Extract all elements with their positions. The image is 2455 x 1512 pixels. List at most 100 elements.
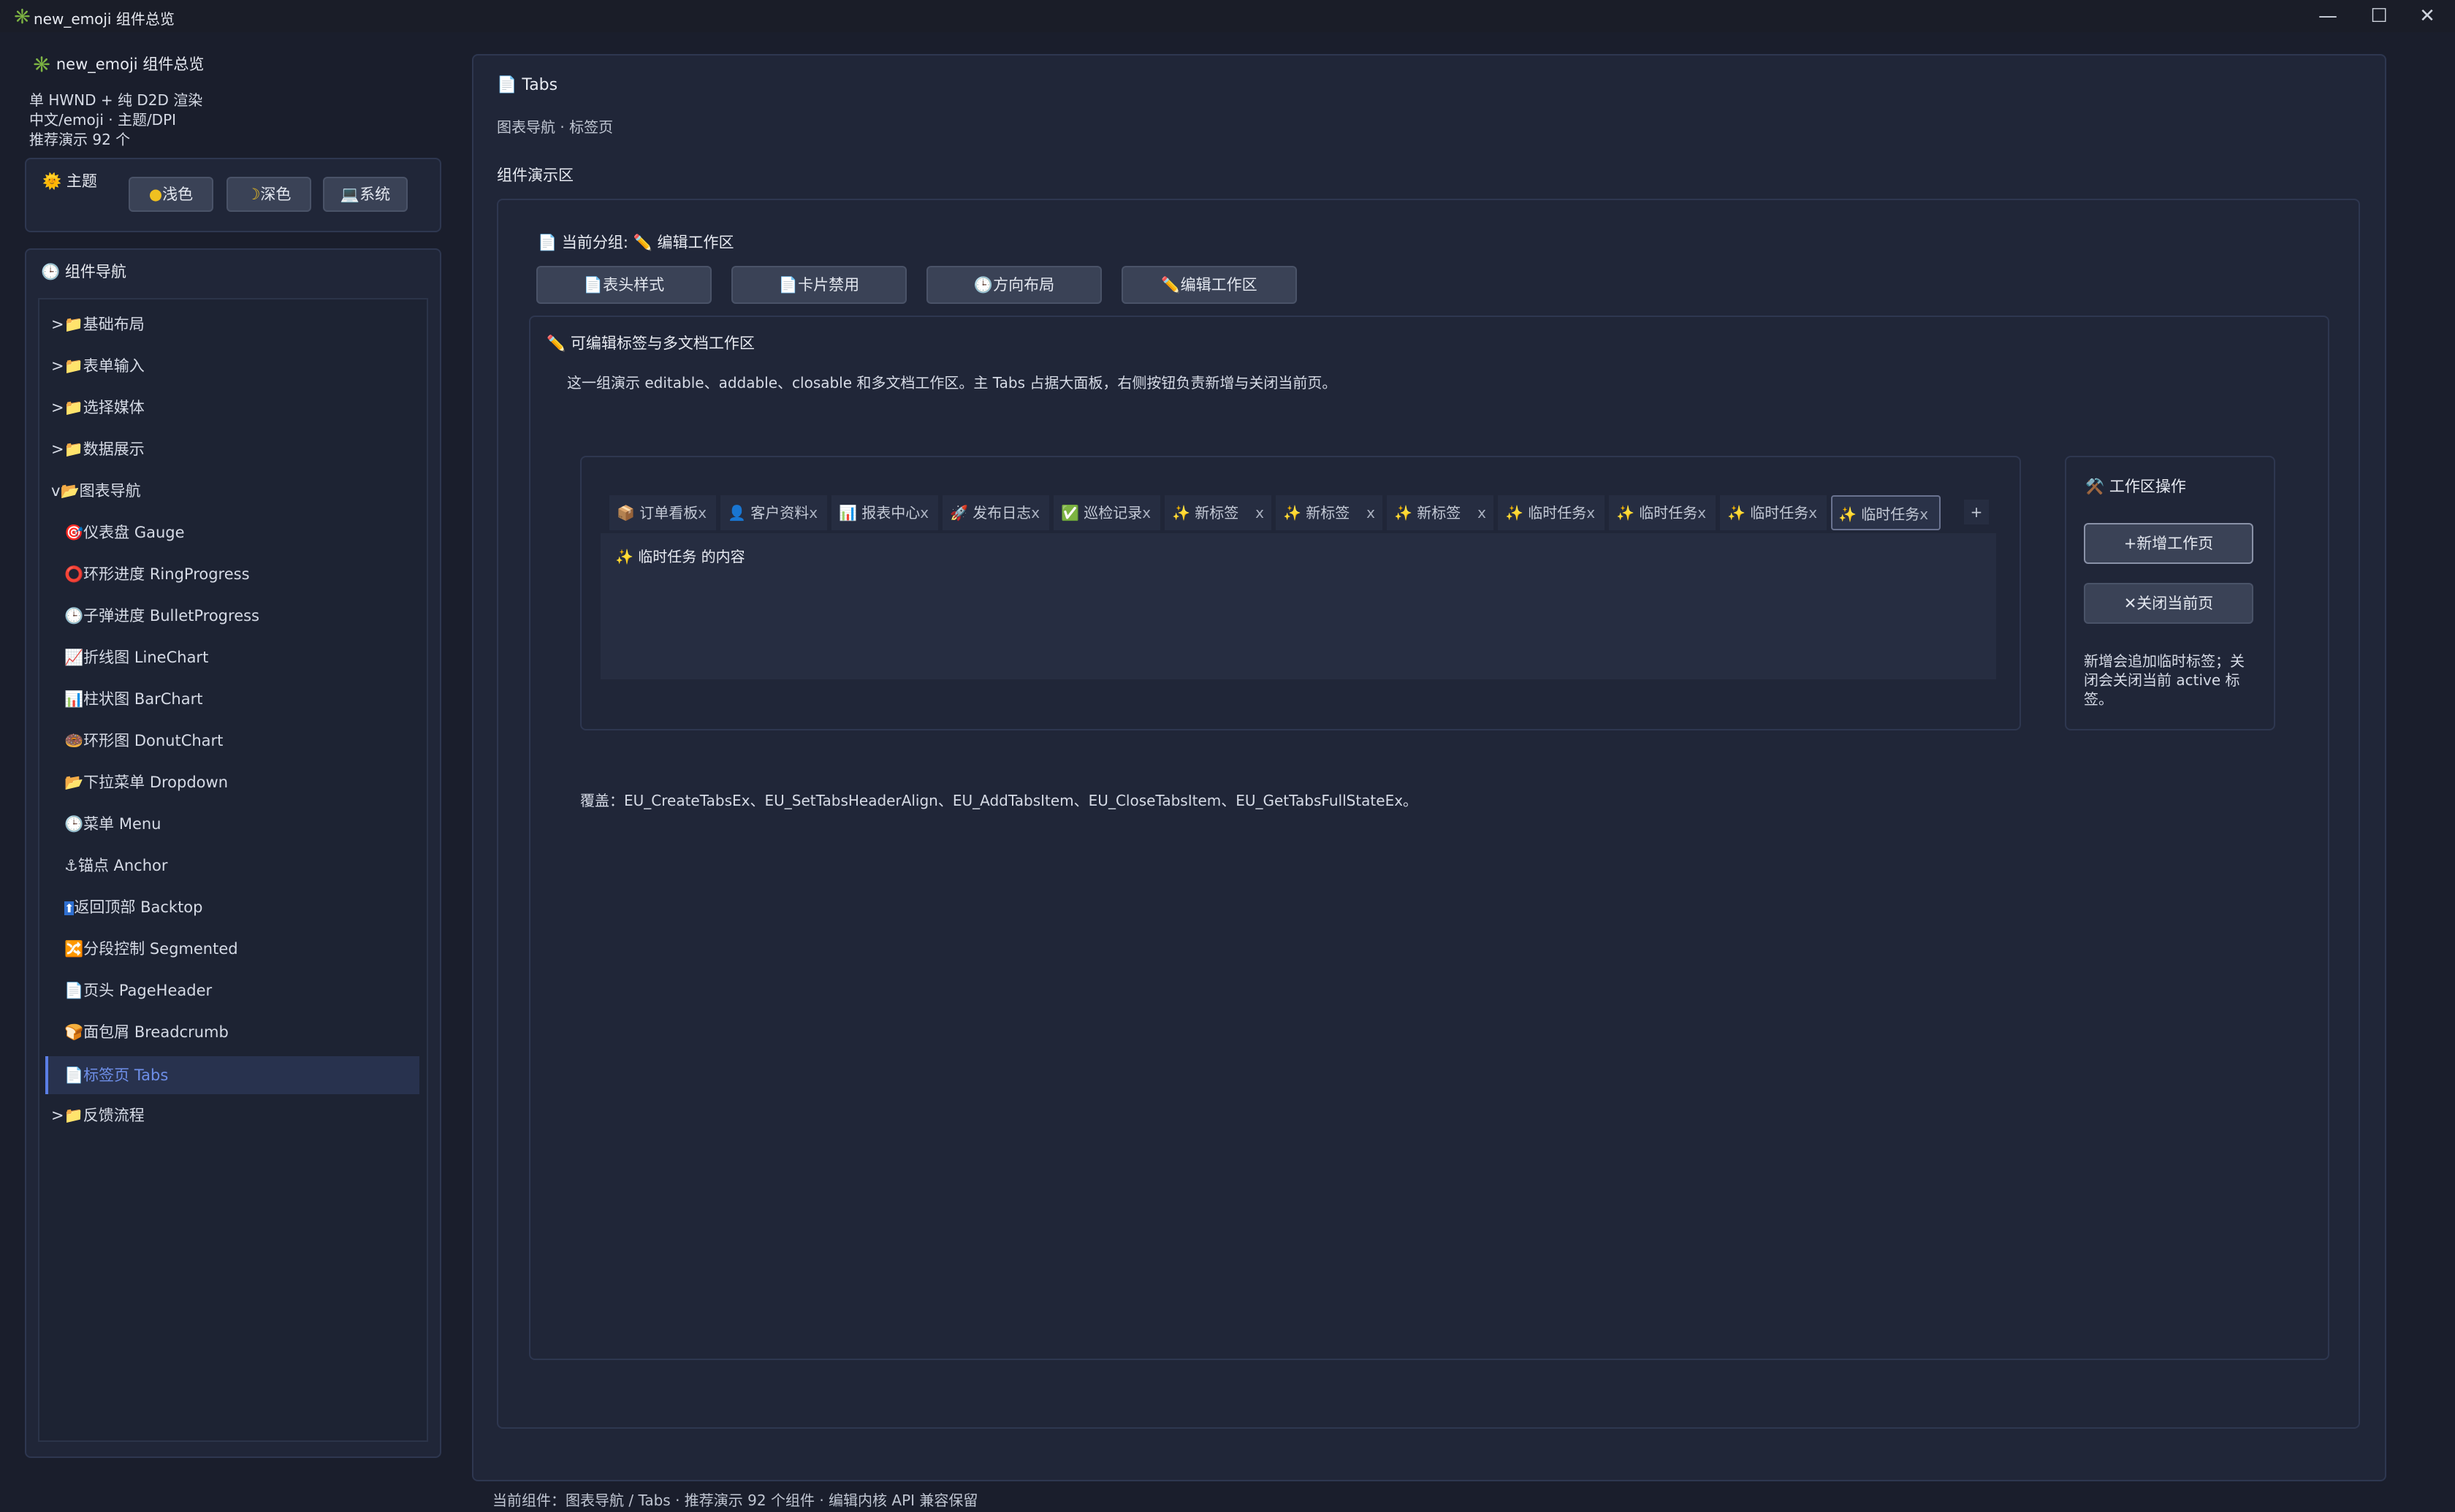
nav-item-label: 锚点 Anchor xyxy=(77,857,168,874)
tab-report-center[interactable]: 📊 报表中心x xyxy=(831,495,938,530)
clock-icon: 🕒 xyxy=(64,607,84,625)
tab-close-icon[interactable]: x xyxy=(1477,495,1486,530)
minimize-button[interactable]: — xyxy=(2306,3,2350,29)
tab-close-icon[interactable]: x xyxy=(1919,505,1928,523)
nav-item-menu[interactable]: 🕒菜单 Menu xyxy=(64,805,161,843)
sparkle-icon: ✨ xyxy=(615,548,633,565)
rocket-icon: 🚀 xyxy=(950,504,968,522)
anchor-icon: ⚓ xyxy=(64,857,78,874)
tab-temp-task-1[interactable]: ✨ 临时任务x xyxy=(1498,495,1605,530)
tab-customer-info[interactable]: 👤 客户资料x xyxy=(720,495,827,530)
sparkle-icon: ✨ xyxy=(1394,504,1412,522)
tab-temp-task-3[interactable]: ✨ 临时任务x xyxy=(1720,495,1827,530)
tab-order-board[interactable]: 📦 订单看板x xyxy=(609,495,716,530)
theme-label: 🌞 主题 xyxy=(42,169,97,191)
nav-group-label: 图表导航 xyxy=(79,482,141,500)
pencil-icon: ✏️ xyxy=(633,234,652,251)
close-current-page-button[interactable]: ✕关闭当前页 xyxy=(2084,583,2253,624)
up-arrow-icon: ⬆ xyxy=(64,901,75,915)
nav-group-basic-layout[interactable]: >📁基础布局 xyxy=(51,305,145,343)
expand-arrow: > xyxy=(51,357,64,375)
sidebar-app-title-text: new_emoji 组件总览 xyxy=(56,56,205,73)
tab-new-2[interactable]: ✨ 新标签 x xyxy=(1276,495,1382,530)
nav-item-backtop[interactable]: ⬆返回顶部 Backtop xyxy=(64,888,202,926)
desc-line: 推荐演示 92 个 xyxy=(29,131,131,148)
tab-close-icon[interactable]: x xyxy=(1808,504,1817,522)
nav-item-bar-chart[interactable]: 📊柱状图 BarChart xyxy=(64,680,202,718)
theme-label-text: 主题 xyxy=(66,172,97,190)
nav-item-ring-progress[interactable]: ⭕环形进度 RingProgress xyxy=(64,555,250,593)
nav-item-breadcrumb[interactable]: 🍞面包屑 Breadcrumb xyxy=(64,1013,229,1051)
api-coverage: 覆盖：EU_CreateTabsEx、EU_SetTabsHeaderAlign… xyxy=(580,792,1418,809)
theme-dark-button[interactable]: ☽深色 xyxy=(227,177,311,212)
nav-group-form-input[interactable]: >📁表单输入 xyxy=(51,347,145,385)
expand-arrow: > xyxy=(51,440,64,458)
tab-label: 客户资料 xyxy=(750,504,810,522)
sparkle-icon: ✨ xyxy=(1505,504,1523,522)
page-title: 📄 Tabs xyxy=(497,76,557,94)
bar-chart-icon: 📊 xyxy=(64,690,84,708)
nav-item-bullet-progress[interactable]: 🕒子弹进度 BulletProgress xyxy=(64,597,259,635)
nav-title: 🕒 组件导航 xyxy=(41,260,126,282)
tab-close-icon[interactable]: x xyxy=(1366,495,1375,530)
pencil-icon: ✏️ xyxy=(547,335,566,352)
group-button-card-disabled[interactable]: 📄卡片禁用 xyxy=(731,266,907,304)
maximize-button[interactable]: ☐ xyxy=(2357,3,2401,29)
theme-light-button[interactable]: ●浅色 xyxy=(129,177,213,212)
tab-temp-task-2[interactable]: ✨ 临时任务x xyxy=(1609,495,1716,530)
tab-close-icon[interactable]: x xyxy=(920,504,929,522)
nav-group-select-media[interactable]: >📁选择媒体 xyxy=(51,389,145,427)
nav-item-tabs[interactable]: 📄标签页 Tabs xyxy=(64,1056,168,1094)
clock-icon: 🕒 xyxy=(973,276,994,294)
tab-close-icon[interactable]: x xyxy=(1031,504,1040,522)
nav-item-segmented[interactable]: 🔀分段控制 Segmented xyxy=(64,930,238,968)
theme-system-button[interactable]: 💻系统 xyxy=(323,177,408,212)
group-button-direction-layout[interactable]: 🕒方向布局 xyxy=(926,266,1102,304)
close-button[interactable]: ✕ xyxy=(2405,3,2449,29)
nav-item-gauge[interactable]: 🎯仪表盘 Gauge xyxy=(64,513,185,551)
add-workspace-page-button[interactable]: +新增工作页 xyxy=(2084,523,2253,564)
group-button-edit-workspace[interactable]: ✏️编辑工作区 xyxy=(1122,266,1297,304)
tab-close-icon[interactable]: x xyxy=(809,504,818,522)
tab-temp-task-4-active[interactable]: ✨ 临时任务x xyxy=(1831,495,1941,530)
nav-group-data-display[interactable]: >📁数据展示 xyxy=(51,430,145,468)
tab-close-icon[interactable]: x xyxy=(698,504,707,522)
nav-item-donut-chart[interactable]: 🍩环形图 DonutChart xyxy=(64,722,223,760)
bar-chart-icon: 📊 xyxy=(839,504,857,522)
sparkle-icon: ✨ xyxy=(1727,504,1746,522)
tab-close-icon[interactable]: x xyxy=(1142,504,1151,522)
tab-close-icon[interactable]: x xyxy=(1697,504,1706,522)
nav-item-page-header[interactable]: 📄页头 PageHeader xyxy=(64,971,212,1009)
workspace-title-text: 工作区操作 xyxy=(2109,478,2186,495)
nav-item-anchor[interactable]: ⚓锚点 Anchor xyxy=(64,847,168,885)
tab-new-1[interactable]: ✨ 新标签 x xyxy=(1165,495,1271,530)
plus-icon: + xyxy=(2123,535,2137,552)
tab-release-log[interactable]: 🚀 发布日志x xyxy=(943,495,1049,530)
nav-group-feedback[interactable]: >📁反馈流程 xyxy=(51,1096,145,1134)
nav-item-line-chart[interactable]: 📈折线图 LineChart xyxy=(64,638,208,676)
tab-new-3[interactable]: ✨ 新标签 x xyxy=(1387,495,1493,530)
nav-group-chart-nav[interactable]: v📂图表导航 xyxy=(51,472,141,510)
current-group: 📄 当前分组: ✏️ 编辑工作区 xyxy=(538,231,734,253)
page-icon: 📄 xyxy=(64,982,84,999)
group-button-header-style[interactable]: 📄表头样式 xyxy=(536,266,712,304)
line-chart-icon: 📈 xyxy=(64,649,84,666)
check-icon: ✅ xyxy=(1061,504,1079,522)
bread-icon: 🍞 xyxy=(64,1023,84,1041)
tab-close-icon[interactable]: x xyxy=(1255,495,1264,530)
folder-icon: 📁 xyxy=(64,316,83,333)
expand-arrow: > xyxy=(51,316,64,333)
clock-icon: 🕒 xyxy=(64,815,84,833)
nav-item-dropdown[interactable]: 📂下拉菜单 Dropdown xyxy=(64,763,228,801)
nav-item-label: 仪表盘 Gauge xyxy=(83,524,185,541)
add-workspace-page-label: 新增工作页 xyxy=(2136,535,2214,552)
expand-arrow: > xyxy=(51,1107,64,1124)
laptop-icon: 💻 xyxy=(340,186,360,203)
tab-inspection-record[interactable]: ✅ 巡检记录x xyxy=(1054,495,1160,530)
theme-dark-label: 深色 xyxy=(260,186,292,203)
tab-close-icon[interactable]: x xyxy=(1586,504,1595,522)
nav-group-label: 选择媒体 xyxy=(83,399,145,416)
nav-title-text: 组件导航 xyxy=(64,263,126,280)
sparkle-icon: ✨ xyxy=(1283,504,1301,522)
add-tab-button[interactable]: + xyxy=(1964,500,1989,524)
